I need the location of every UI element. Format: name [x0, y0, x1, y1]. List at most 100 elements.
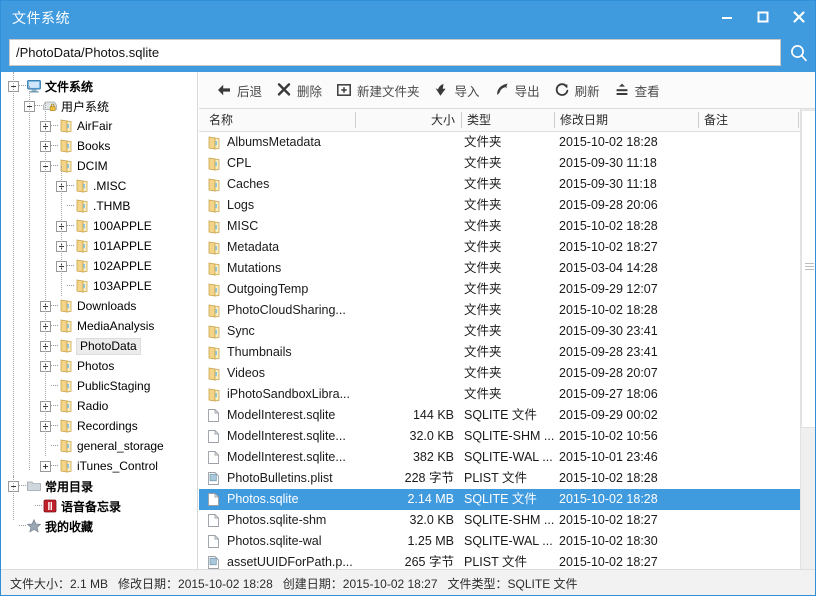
tree-item-100APPLE[interactable]: 100APPLE [2, 216, 197, 236]
file-cell-size: 1.25 MB [407, 534, 454, 548]
toolbar-button-导出[interactable]: 导出 [487, 76, 547, 104]
file-row[interactable]: iPhotoSandboxLibra... 文件夹 2015-09-27 18:06 [199, 384, 800, 405]
column-header-size[interactable]: 大小 [425, 109, 455, 131]
column-divider-4[interactable] [698, 112, 699, 128]
tree-item-.THMB[interactable]: .THMB [2, 196, 197, 216]
file-cell-note [704, 405, 794, 426]
column-header-note[interactable]: 备注 [704, 109, 728, 131]
tree-item-语音备忘录[interactable]: 语音备忘录 [2, 496, 197, 516]
tree-item-Downloads[interactable]: Downloads [2, 296, 197, 316]
maximize-button[interactable] [745, 1, 781, 33]
minimize-button[interactable] [709, 1, 745, 33]
file-row[interactable]: MISC 文件夹 2015-10-02 18:28 [199, 216, 800, 237]
column-divider-1[interactable] [355, 112, 356, 128]
tree-item-DCIM[interactable]: DCIM [2, 156, 197, 176]
file-row[interactable]: Metadata 文件夹 2015-10-02 18:27 [199, 237, 800, 258]
file-row[interactable]: OutgoingTemp 文件夹 2015-09-29 12:07 [199, 279, 800, 300]
file-cell-type: 文件夹 [464, 261, 502, 275]
file-list-scrollbar[interactable] [800, 109, 815, 569]
plist-icon [206, 471, 221, 486]
file-row[interactable]: PhotoBulletins.plist 228 字节 PLIST 文件 2015-1… [199, 468, 800, 489]
scrollbar-thumb[interactable] [801, 110, 815, 428]
path-input[interactable]: /PhotoData/Photos.sqlite [9, 39, 781, 66]
tree-item-MediaAnalysis[interactable]: MediaAnalysis [2, 316, 197, 336]
file-list[interactable]: AlbumsMetadata 文件夹 2015-10-02 18:28 CPL 文件夹 2… [199, 132, 800, 569]
toolbar-button-新建文件夹[interactable]: 新建文件夹 [329, 76, 427, 104]
file-row[interactable]: Sync 文件夹 2015-09-30 23:41 [199, 321, 800, 342]
tree-item-文件系统[interactable]: 文件系统 [2, 76, 197, 96]
tree-item-.MISC[interactable]: .MISC [2, 176, 197, 196]
status-created-date: 创建日期：2015-10-02 18:27 [282, 576, 438, 591]
tree-item-常用目录[interactable]: 常用目录 [2, 476, 197, 496]
tree-item-我的收藏[interactable]: 我的收藏 [2, 516, 197, 536]
column-header-name[interactable]: 名称 [209, 109, 233, 131]
tree-item-iTunes_Control[interactable]: iTunes_Control [2, 456, 197, 476]
tree-item-101APPLE[interactable]: 101APPLE [2, 236, 197, 256]
tree-connector-line [67, 205, 74, 207]
file-cell-name: Caches [227, 177, 270, 191]
file-cell-date: 2015-03-04 14:28 [559, 261, 658, 275]
file-cell-size [369, 279, 454, 300]
file-row[interactable]: Logs 文件夹 2015-09-28 20:06 [199, 195, 800, 216]
column-divider-3[interactable] [554, 112, 555, 128]
tree-item-Books[interactable]: Books [2, 136, 197, 156]
file-cell-date: 2015-10-02 18:28 [559, 492, 658, 506]
tree-item-PublicStaging[interactable]: PublicStaging [2, 376, 197, 396]
expand-plus-icon[interactable] [40, 460, 51, 472]
search-icon[interactable] [787, 41, 811, 65]
file-row[interactable]: AlbumsMetadata 文件夹 2015-10-02 18:28 [199, 132, 800, 153]
file-row[interactable]: ModelInterest.sqlite... 32.0 KB SQLITE-SHM… [199, 426, 800, 447]
column-divider-2[interactable] [461, 112, 462, 128]
file-cell-date: 2015-10-02 10:56 [559, 429, 658, 443]
toolbar-button-查看[interactable]: 查看 [607, 76, 667, 104]
tree-item-PhotoData[interactable]: PhotoData [2, 336, 197, 356]
toolbar-button-导入[interactable]: 导入 [427, 76, 487, 104]
file-row[interactable]: Mutations 文件夹 2015-03-04 14:28 [199, 258, 800, 279]
tree-item-Radio[interactable]: Radio [2, 396, 197, 416]
file-row[interactable]: CPL 文件夹 2015-09-30 11:18 [199, 153, 800, 174]
file-cell-date: 2015-10-01 23:46 [559, 450, 658, 464]
file-row[interactable]: PhotoCloudSharing... 文件夹 2015-10-02 18:28 [199, 300, 800, 321]
file-cell-note [704, 321, 794, 342]
file-cell-note [704, 489, 794, 510]
file-row[interactable]: Photos.sqlite-shm 32.0 KB SQLITE-SHM ... 20… [199, 510, 800, 531]
toolbar-button-删除[interactable]: 删除 [269, 76, 329, 104]
file-row[interactable]: assetUUIDForPath.p... 265 字节 PLIST 文件 2015-… [199, 552, 800, 569]
toolbar-button-label: 刷新 [574, 84, 600, 99]
file-row[interactable]: Photos.sqlite 2.14 MB SQLITE 文件 2015-10-02 … [199, 489, 800, 510]
tree-item-Recordings[interactable]: Recordings [2, 416, 197, 436]
tree-item-label: iTunes_Control [77, 459, 158, 473]
close-button[interactable] [781, 1, 815, 33]
file-row[interactable]: Videos 文件夹 2015-09-28 20:07 [199, 363, 800, 384]
column-header-date[interactable]: 修改日期 [560, 109, 608, 131]
file-row[interactable]: ModelInterest.sqlite 144 KB SQLITE 文件 2015-… [199, 405, 800, 426]
grey-folder-icon [26, 478, 42, 494]
tree-item-label: 102APPLE [93, 259, 152, 273]
file-row[interactable]: ModelInterest.sqlite... 382 KB SQLITE-WAL … [199, 447, 800, 468]
sidebar-tree-panel[interactable]: 文件系统 用户系统 AirFair Books DCIM .MISC .THMB 100APP… [2, 72, 198, 569]
file-row[interactable]: Caches 文件夹 2015-09-30 11:18 [199, 174, 800, 195]
tree-expander-spacer [24, 501, 35, 512]
tree-item-102APPLE[interactable]: 102APPLE [2, 256, 197, 276]
column-header-type[interactable]: 类型 [467, 109, 491, 131]
file-cell-date: 2015-10-02 18:28 [559, 303, 658, 317]
toolbar-button-刷新[interactable]: 刷新 [547, 76, 607, 104]
file-cell-name: Metadata [227, 240, 280, 254]
file-cell-name: PhotoBulletins.plist [227, 471, 333, 485]
file-cell-name: Logs [227, 198, 255, 212]
tree-item-103APPLE[interactable]: 103APPLE [2, 276, 197, 296]
tree-item-Photos[interactable]: Photos [2, 356, 197, 376]
file-row[interactable]: Photos.sqlite-wal 1.25 MB SQLITE-WAL ... 20… [199, 531, 800, 552]
tree-item-general_storage[interactable]: general_storage [2, 436, 197, 456]
file-row[interactable]: Thumbnails 文件夹 2015-09-28 23:41 [199, 342, 800, 363]
toolbar-button-后退[interactable]: 后退 [209, 76, 269, 104]
tree-item-AirFair[interactable]: AirFair [2, 116, 197, 136]
tree-item-label: 我的收藏 [45, 519, 94, 534]
refresh-icon [554, 82, 570, 98]
tree-item-用户系统[interactable]: 用户系统 [2, 96, 197, 116]
folder-icon [58, 378, 74, 394]
file-cell-note [704, 447, 794, 468]
file-cell-note [704, 468, 794, 489]
column-divider-5[interactable] [798, 112, 799, 128]
file-cell-name: assetUUIDForPath.p... [227, 555, 353, 569]
